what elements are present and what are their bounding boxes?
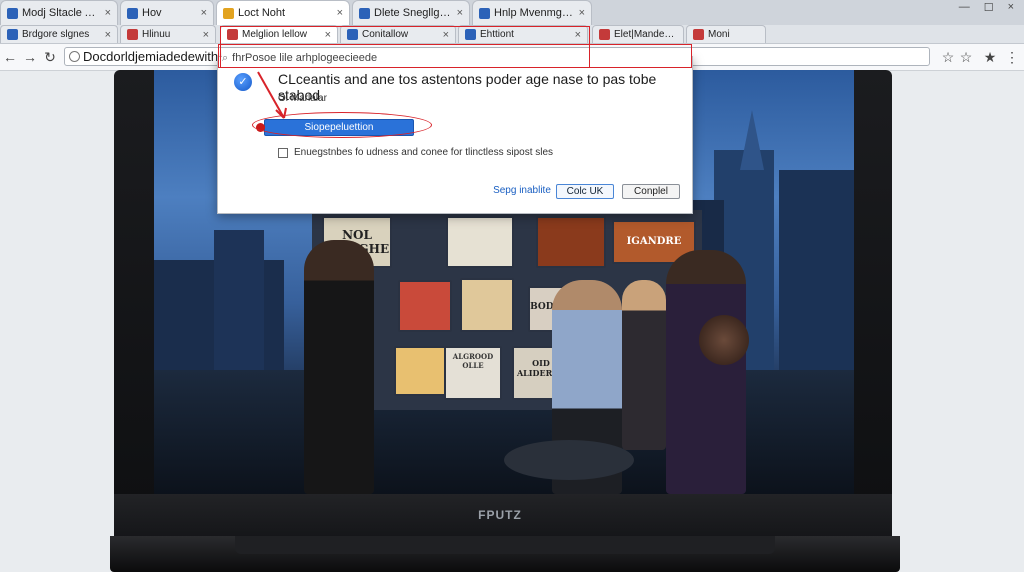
window-controls: — ☐ ×: [959, 0, 1014, 14]
poster: [394, 346, 446, 396]
tab-2-3-active[interactable]: Melglion lellow ×: [220, 25, 338, 43]
dialog-ok-button[interactable]: Colc UK: [556, 184, 614, 199]
rocks: [504, 440, 634, 480]
menu-icon[interactable]: ⋮: [1004, 49, 1020, 65]
tab-favicon-icon: [347, 29, 358, 40]
tab-4[interactable]: Dlete Snegllg Prdorts ×: [352, 0, 470, 25]
arrow-right-icon[interactable]: →: [22, 49, 38, 65]
dialog-subtitle: Oi Marlalar: [278, 93, 327, 104]
tab-favicon-icon: [693, 29, 704, 40]
tab-favicon-icon: [465, 29, 476, 40]
dialog-checkbox-row[interactable]: Enuegstnbes fo udness and conee for tlin…: [278, 147, 553, 158]
tab-close-icon[interactable]: ×: [201, 7, 207, 19]
tab-close-icon[interactable]: ×: [105, 29, 111, 41]
star-outline-icon[interactable]: ☆: [958, 49, 974, 65]
tab-favicon-icon: [127, 7, 138, 19]
building: [214, 230, 264, 380]
tab-2-1[interactable]: Brdgore slgnes ×: [0, 25, 118, 43]
tab-label: Hnlp Mvenmglvvhit: [494, 7, 575, 19]
tab-5[interactable]: Hnlp Mvenmglvvhit ×: [472, 0, 592, 25]
tab-favicon-icon: [127, 29, 138, 40]
minimize-icon[interactable]: —: [959, 1, 970, 13]
building: [779, 170, 854, 400]
tab-close-icon[interactable]: ×: [579, 7, 585, 19]
tab-2-2[interactable]: Hlinuu ×: [120, 25, 216, 43]
tab-label: Melglion lellow: [242, 29, 308, 40]
character-figure: [622, 280, 666, 450]
tab-favicon-icon: [359, 7, 370, 19]
tab-2-4[interactable]: Conitallow ×: [340, 25, 456, 43]
reload-icon[interactable]: ↻: [42, 49, 58, 65]
tab-2[interactable]: Hov ×: [120, 0, 214, 25]
character-figure: [304, 240, 374, 494]
tab-close-icon[interactable]: ×: [443, 29, 449, 41]
tab-favicon-icon: [223, 7, 234, 19]
poster: [536, 216, 606, 268]
close-window-icon[interactable]: ×: [1008, 1, 1014, 13]
spire: [740, 110, 764, 170]
tab-label: Ehttiont: [480, 29, 514, 40]
annotation-highlight-ellipse: [252, 112, 432, 138]
dialog-link-button[interactable]: Sepg inablite: [492, 184, 552, 199]
tab-close-icon[interactable]: ×: [105, 7, 111, 19]
tab-label: Loct Noht: [238, 7, 286, 19]
character-figure: [666, 250, 746, 494]
tab-favicon-icon: [7, 7, 18, 19]
poster-title: ALGROOD OLLE: [452, 352, 494, 370]
tab-2-5[interactable]: Ehttiont ×: [458, 25, 588, 43]
poster: ALGROOD OLLE: [444, 346, 502, 400]
tab-label: Dlete Snegllg Prdorts: [374, 7, 453, 19]
tab-label: Elet|Mandencler: [614, 29, 677, 40]
tab-label: Conitallow: [362, 29, 409, 40]
tab-close-icon[interactable]: ×: [203, 29, 209, 41]
poster: [446, 216, 514, 268]
address-suggestion-text: fhrPosoe lile arhplogeecieede: [232, 52, 378, 64]
search-icon: ⌕: [222, 51, 229, 64]
tab-favicon-icon: [479, 7, 490, 19]
laptop-brand-label: FPUTZ: [478, 508, 522, 522]
tab-label: Moni: [708, 29, 730, 40]
dialog-message: CLceantis and ane tos astentons poder ag…: [278, 71, 657, 103]
tab-2-7[interactable]: Moni: [686, 25, 766, 43]
arrow-left-icon[interactable]: ←: [2, 49, 18, 65]
tab-label: Brdgore slgnes: [22, 29, 90, 40]
maximize-icon[interactable]: ☐: [984, 1, 994, 14]
tab-close-icon[interactable]: ×: [457, 7, 463, 19]
star-icon[interactable]: ☆: [940, 49, 956, 65]
site-info-icon[interactable]: [69, 51, 80, 62]
tab-favicon-icon: [599, 29, 610, 40]
tab-3-active[interactable]: Loct Noht ×: [216, 0, 350, 25]
poster: [398, 280, 452, 332]
checkbox[interactable]: [278, 147, 288, 158]
tab-close-icon[interactable]: ×: [325, 29, 331, 41]
bookmark-star-icon[interactable]: ★: [982, 49, 998, 65]
poster: [460, 278, 514, 332]
tab-label: Modj Sltacle Alteo: [22, 7, 101, 19]
tab-label: Hov: [142, 7, 162, 19]
checkbox-label: Enuegstnbes fo udness and conee for tlin…: [294, 147, 554, 158]
poster-title: IGANDRE: [626, 236, 682, 247]
tab-favicon-icon: [7, 29, 18, 40]
tab-close-icon[interactable]: ×: [337, 7, 343, 19]
address-suggestion-row[interactable]: ⌕ fhrPosoe lile arhplogeecieede: [222, 49, 692, 67]
tab-close-icon[interactable]: ×: [575, 29, 581, 41]
info-check-icon: ✓: [234, 73, 252, 91]
tab-1[interactable]: Modj Sltacle Alteo ×: [0, 0, 118, 25]
tab-strip-secondary: Brdgore slgnes × Hlinuu × Melglion lello…: [0, 25, 1024, 44]
tab-2-6[interactable]: Elet|Mandencler: [592, 25, 684, 43]
tab-label: Hlinuu: [142, 29, 171, 40]
drum-prop: [699, 315, 749, 365]
laptop-hinge: [235, 536, 775, 554]
address-url: Docdorldjemiadedewith: [83, 49, 219, 64]
dialog-cancel-button[interactable]: Conplel: [622, 184, 680, 199]
tab-favicon-icon: [227, 29, 238, 40]
tab-strip-primary: Modj Sltacle Alteo × Hov × Loct Noht × D…: [0, 0, 1024, 25]
